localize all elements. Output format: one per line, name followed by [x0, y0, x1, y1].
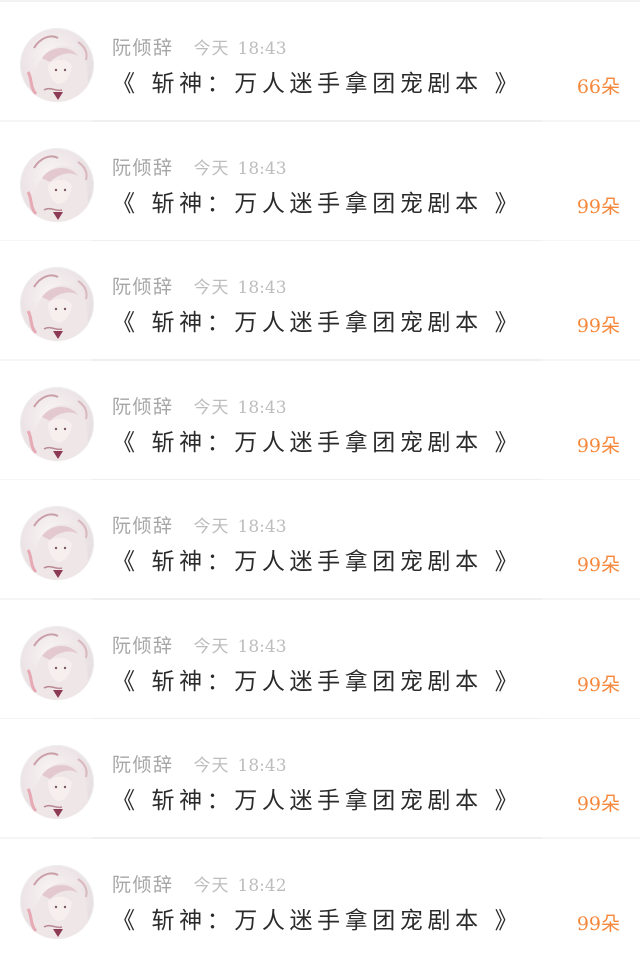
message-meta: 阮倾辞 今天 18:43 [112, 33, 287, 59]
timestamp: 18:43 [237, 278, 287, 298]
avatar[interactable] [20, 506, 94, 580]
message-list: 阮倾辞 今天 18:43 《 斩神：万人迷手拿团宠剧本 》 66朵 阮倾辞 今天… [0, 2, 640, 958]
date-label: 今天 [193, 517, 230, 537]
list-item[interactable]: 阮倾辞 今天 18:43 《 斩神：万人迷手拿团宠剧本 》 99朵 [0, 241, 640, 361]
flower-count: 99朵 [576, 315, 620, 337]
avatar[interactable] [20, 864, 94, 939]
timestamp: 18:43 [237, 756, 287, 776]
avatar-illustration [26, 154, 90, 222]
timestamp: 18:42 [237, 875, 287, 896]
flower-count: 99朵 [576, 673, 620, 696]
timestamp: 18:43 [237, 158, 287, 179]
sender-name: 阮倾辞 [112, 156, 174, 179]
message-title[interactable]: 《 斩神：万人迷手拿团宠剧本 》 [112, 781, 522, 815]
date-label: 今天 [193, 278, 230, 298]
date-label: 今天 [193, 158, 230, 179]
date-label: 今天 [193, 39, 230, 59]
avatar[interactable] [20, 267, 94, 341]
timestamp: 18:43 [237, 517, 287, 537]
avatar[interactable] [20, 147, 94, 222]
message-meta: 阮倾辞 今天 18:43 [112, 631, 287, 657]
sender-name: 阮倾辞 [112, 37, 174, 59]
avatar[interactable] [20, 625, 94, 700]
message-meta: 阮倾辞 今天 18:43 [112, 392, 287, 418]
timestamp: 18:43 [237, 39, 287, 59]
avatar[interactable] [20, 386, 94, 461]
avatar-illustration [26, 393, 90, 461]
avatar[interactable] [20, 28, 94, 102]
flower-count: 99朵 [576, 912, 620, 935]
list-item[interactable]: 阮倾辞 今天 18:43 《 斩神：万人迷手拿团宠剧本 》 99朵 [0, 361, 640, 480]
list-item[interactable]: 阮倾辞 今天 18:43 《 斩神：万人迷手拿团宠剧本 》 99朵 [0, 600, 640, 719]
timestamp: 18:43 [237, 397, 287, 418]
sender-name: 阮倾辞 [112, 515, 174, 537]
avatar-illustration [26, 752, 90, 819]
flower-count: 99朵 [576, 195, 620, 218]
message-title[interactable]: 《 斩神：万人迷手拿团宠剧本 》 [112, 542, 522, 576]
sender-name: 阮倾辞 [112, 276, 174, 298]
message-title[interactable]: 《 斩神：万人迷手拿团宠剧本 》 [112, 423, 522, 457]
list-item[interactable]: 阮倾辞 今天 18:43 《 斩神：万人迷手拿团宠剧本 》 99朵 [0, 122, 640, 241]
timestamp: 18:43 [237, 636, 287, 657]
message-meta: 阮倾辞 今天 18:43 [112, 272, 287, 298]
message-title[interactable]: 《 斩神：万人迷手拿团宠剧本 》 [112, 662, 522, 696]
message-meta: 阮倾辞 今天 18:43 [112, 750, 287, 776]
avatar-illustration [26, 35, 90, 102]
avatar-illustration [26, 513, 90, 580]
sender-name: 阮倾辞 [112, 634, 174, 657]
sender-name: 阮倾辞 [112, 395, 174, 418]
message-meta: 阮倾辞 今天 18:43 [112, 153, 287, 179]
avatar[interactable] [20, 745, 94, 819]
avatar-illustration [26, 274, 90, 341]
date-label: 今天 [193, 397, 230, 418]
flower-count: 99朵 [576, 554, 620, 576]
avatar-illustration [26, 632, 90, 700]
flower-count: 66朵 [576, 76, 620, 98]
list-item[interactable]: 阮倾辞 今天 18:43 《 斩神：万人迷手拿团宠剧本 》 99朵 [0, 480, 640, 600]
date-label: 今天 [193, 636, 230, 657]
sender-name: 阮倾辞 [112, 873, 174, 896]
message-title[interactable]: 《 斩神：万人迷手拿团宠剧本 》 [112, 303, 522, 337]
avatar-illustration [26, 871, 90, 939]
flower-count: 99朵 [576, 793, 620, 815]
flower-count: 99朵 [576, 434, 620, 457]
message-title[interactable]: 《 斩神：万人迷手拿团宠剧本 》 [112, 901, 522, 935]
date-label: 今天 [193, 756, 230, 776]
message-title[interactable]: 《 斩神：万人迷手拿团宠剧本 》 [112, 64, 522, 98]
list-item[interactable]: 阮倾辞 今天 18:43 《 斩神：万人迷手拿团宠剧本 》 99朵 [0, 719, 640, 839]
message-meta: 阮倾辞 今天 18:43 [112, 511, 287, 537]
message-title[interactable]: 《 斩神：万人迷手拿团宠剧本 》 [112, 184, 522, 218]
sender-name: 阮倾辞 [112, 754, 174, 776]
message-meta: 阮倾辞 今天 18:42 [112, 870, 287, 896]
list-item[interactable]: 阮倾辞 今天 18:42 《 斩神：万人迷手拿团宠剧本 》 99朵 [0, 839, 640, 958]
date-label: 今天 [193, 875, 230, 896]
list-item[interactable]: 阮倾辞 今天 18:43 《 斩神：万人迷手拿团宠剧本 》 66朵 [0, 2, 640, 122]
